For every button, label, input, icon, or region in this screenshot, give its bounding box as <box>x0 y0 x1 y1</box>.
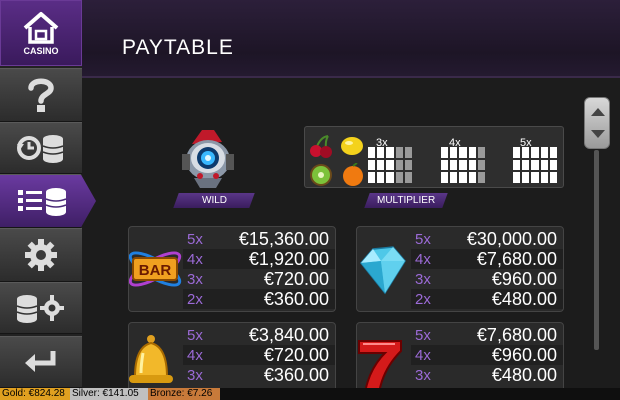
pay-multiplier: 2x <box>415 290 431 308</box>
casino-label: CASINO <box>23 46 59 56</box>
pattern-grid-5x <box>513 147 557 183</box>
pay-row: 5x €30,000.00 <box>411 229 563 249</box>
paytable-card-diamond: 5x €30,000.00 4x €7,680.00 3x €960.00 2x €48… <box>356 226 564 312</box>
pay-row: 3x €720.00 <box>183 269 335 289</box>
jackpot-bronze: Bronze: €7.26 <box>148 388 220 400</box>
pattern-grid-4x <box>441 147 485 183</box>
scroll-down-arrow-icon[interactable] <box>591 130 605 138</box>
kiwi-icon <box>310 164 332 186</box>
pay-row: 5x €7,680.00 <box>411 325 563 345</box>
pay-multiplier: 5x <box>187 326 203 344</box>
pay-row: 4x €720.00 <box>183 345 335 365</box>
pay-multiplier: 5x <box>415 326 431 344</box>
pay-value: €960.00 <box>491 344 557 365</box>
paytable-card-bell: 5x €3,840.00 4x €720.00 3x €360.00 <box>128 322 336 392</box>
pay-value: €360.00 <box>263 288 329 309</box>
pattern-grid-3x <box>368 147 412 183</box>
history-coins-icon <box>17 135 64 163</box>
pay-value: €7,680.00 <box>476 248 557 269</box>
orange-icon <box>343 163 363 186</box>
pay-multiplier: 5x <box>415 230 431 248</box>
page-title: PAYTABLE <box>122 36 234 59</box>
pay-row: 5x €15,360.00 <box>183 229 335 249</box>
gear-icon <box>25 239 57 271</box>
paytable-list-icon <box>18 188 67 216</box>
diamond-symbol-icon <box>360 246 406 295</box>
pay-value: €720.00 <box>263 344 329 365</box>
pay-multiplier: 4x <box>415 250 431 268</box>
pay-row: 4x €7,680.00 <box>411 249 563 269</box>
pay-value: €7,680.00 <box>476 324 557 345</box>
pay-value: €1,920.00 <box>248 248 329 269</box>
bar-symbol-icon: BAR <box>129 251 182 287</box>
history-button[interactable] <box>0 122 82 174</box>
pay-row: 3x €360.00 <box>183 365 335 385</box>
settings-button[interactable] <box>0 228 82 282</box>
multiplier-label-badge: MULTIPLIER <box>364 193 448 208</box>
scroll-up-down-button[interactable] <box>584 97 610 149</box>
pay-row: 3x €960.00 <box>411 269 563 289</box>
pay-value: €360.00 <box>263 364 329 385</box>
paytable-button[interactable] <box>0 174 96 228</box>
cherry-icon <box>310 135 332 158</box>
back-button[interactable] <box>0 336 82 388</box>
scroll-up-arrow-icon[interactable] <box>591 108 605 116</box>
pay-row: 2x €360.00 <box>183 289 335 309</box>
pay-row: 4x €1,920.00 <box>183 249 335 269</box>
wild-label-badge: WILD <box>173 193 255 208</box>
pay-row: 5x €3,840.00 <box>183 325 335 345</box>
multiplier-label: MULTIPLIER <box>376 195 436 206</box>
pay-value: €15,360.00 <box>238 228 329 249</box>
wild-label: WILD <box>201 195 227 206</box>
lemon-icon <box>341 137 363 155</box>
pay-value: €720.00 <box>263 268 329 289</box>
question-icon <box>28 78 54 112</box>
paytable-screen: PAYTABLE CASINO WILD 3x 4x 5x MULTIPLIER… <box>0 0 620 400</box>
pay-row: 4x €960.00 <box>411 345 563 365</box>
casino-home-button[interactable]: CASINO <box>0 0 82 66</box>
pay-multiplier: 4x <box>187 346 203 364</box>
pay-multiplier: 4x <box>187 250 203 268</box>
paytable-card-seven: 5x €7,680.00 4x €960.00 3x €480.00 <box>356 322 564 392</box>
pay-multiplier: 3x <box>187 270 203 288</box>
pay-value: €480.00 <box>491 288 557 309</box>
pay-multiplier: 3x <box>415 366 431 384</box>
pay-multiplier: 2x <box>187 290 203 308</box>
coins-gear-icon <box>16 295 64 323</box>
back-arrow-icon <box>25 351 56 372</box>
help-button[interactable] <box>0 68 82 122</box>
wild-robot-icon <box>182 130 234 188</box>
pay-multiplier: 5x <box>187 230 203 248</box>
svg-text:BAR: BAR <box>139 262 172 279</box>
coin-settings-button[interactable] <box>0 282 82 334</box>
paytable-card-bar: BAR 5x €15,360.00 4x €1,920.00 3x €720.00 2… <box>128 226 336 312</box>
pay-multiplier: 4x <box>415 346 431 364</box>
pay-row: 2x €480.00 <box>411 289 563 309</box>
sidebar: CASINO <box>0 0 96 388</box>
pay-row: 3x €480.00 <box>411 365 563 385</box>
pay-multiplier: 3x <box>187 366 203 384</box>
header-bar: PAYTABLE <box>82 0 620 78</box>
pay-value: €3,840.00 <box>248 324 329 345</box>
pay-value: €960.00 <box>491 268 557 289</box>
scrollbar-track[interactable] <box>594 150 599 350</box>
house-icon <box>23 12 59 44</box>
jackpot-silver: Silver: €141.05 <box>70 388 148 400</box>
bell-symbol-icon <box>129 335 173 383</box>
jackpot-gold: Gold: €824.28 <box>0 388 70 400</box>
seven-symbol-icon <box>358 340 402 391</box>
pay-value: €480.00 <box>491 364 557 385</box>
pay-multiplier: 3x <box>415 270 431 288</box>
pay-value: €30,000.00 <box>466 228 557 249</box>
